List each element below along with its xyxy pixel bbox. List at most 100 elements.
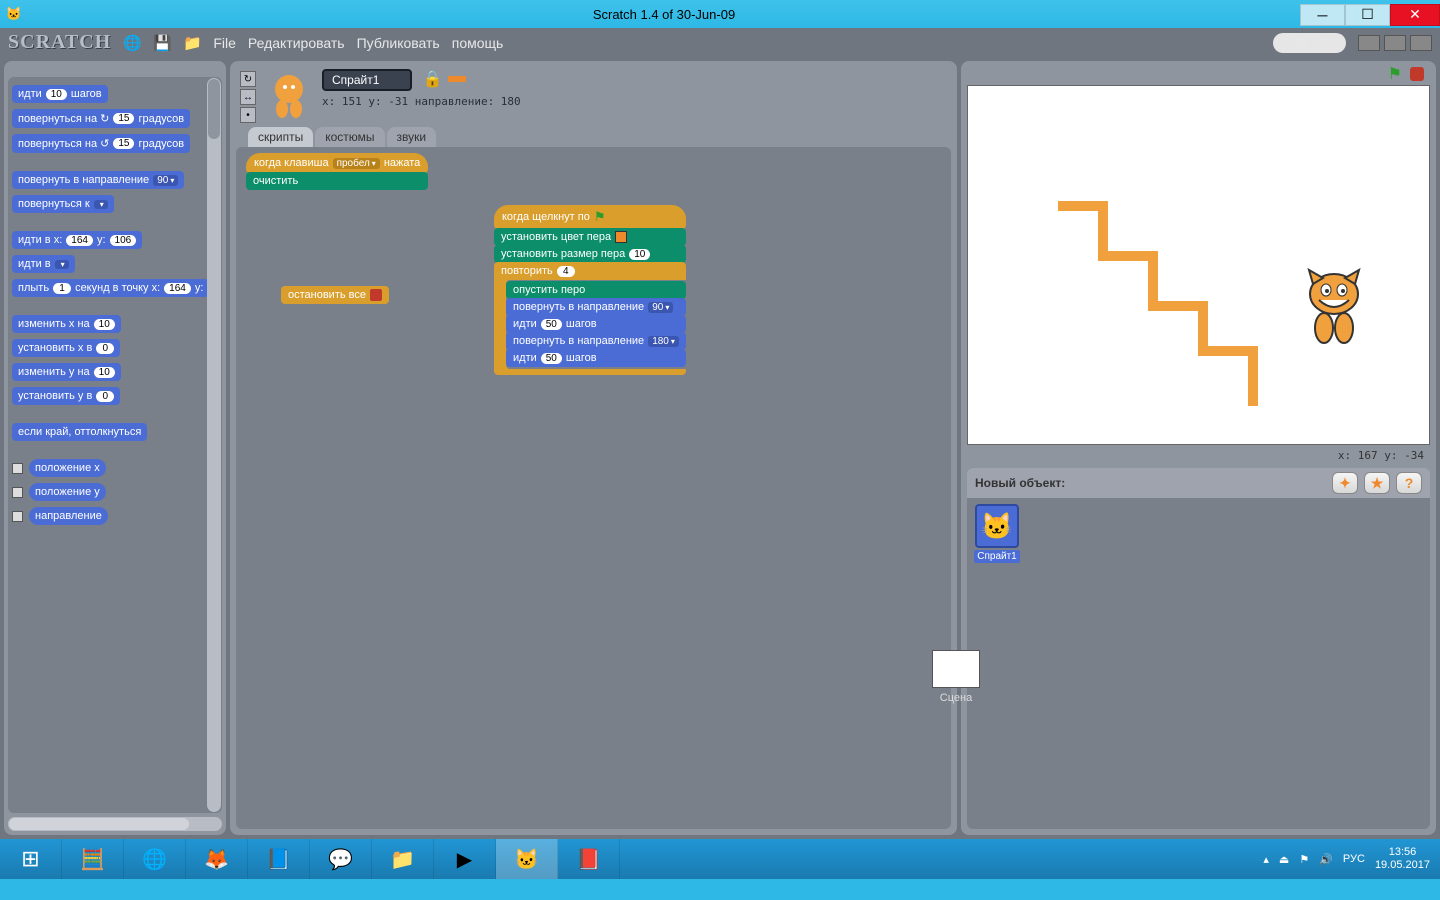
stamp-icon[interactable]: ⊕ xyxy=(1296,35,1307,51)
block-turn-cw[interactable]: повернуться на ↻15градусов xyxy=(12,109,190,128)
palette-scrollbar-vertical[interactable] xyxy=(207,78,221,812)
menu-edit[interactable]: Редактировать xyxy=(248,35,345,51)
view-normal-button[interactable] xyxy=(1384,35,1406,51)
block-stop-all[interactable]: остановить все xyxy=(281,286,389,304)
script-tabs: скрипты костюмы звуки xyxy=(230,127,957,147)
menu-publish[interactable]: Публиковать xyxy=(357,35,440,51)
tray-clock[interactable]: 13:56 19.05.2017 xyxy=(1375,846,1430,872)
app-icon: 🐱 xyxy=(0,0,28,28)
block-goto[interactable]: идти в xyxy=(12,255,75,273)
task-explorer[interactable]: 📁 xyxy=(372,839,434,879)
color-swatch-icon[interactable] xyxy=(615,231,627,243)
hat-when-key-pressed[interactable]: когда клавишапробелнажата xyxy=(246,153,428,173)
block-change-x[interactable]: изменить x на10 xyxy=(12,315,121,333)
task-media[interactable]: ▶ xyxy=(434,839,496,879)
view-small-button[interactable] xyxy=(1358,35,1380,51)
menu-help[interactable]: помощь xyxy=(452,35,504,51)
block-point-direction-1[interactable]: повернуть в направление90 xyxy=(506,298,686,316)
drag-indicator-icon xyxy=(448,76,466,82)
reporter-position-x[interactable]: положение x xyxy=(29,459,106,477)
app-toolbar: SCRATCH 🌐 💾 📁 File Редактировать Публико… xyxy=(0,28,1440,57)
block-point-direction[interactable]: повернуть в направление90 xyxy=(12,171,184,189)
sprite-name-field[interactable]: Спрайт1 xyxy=(322,69,412,91)
task-scratch[interactable]: 🐱 xyxy=(496,839,558,879)
mouse-coords: x: 167 y: -34 xyxy=(965,447,1432,464)
reporter-position-y[interactable]: положение y xyxy=(29,483,106,501)
block-point-direction-2[interactable]: повернуть в направление180 xyxy=(506,332,686,350)
block-bounce[interactable]: если край, оттолкнуться xyxy=(12,423,147,441)
new-object-label: Новый объект: xyxy=(975,476,1065,490)
sprite-header: ↻ ↔ • Спрайт1 🔒 x: 151 y: -31 направлени… xyxy=(230,61,957,123)
tray-flag-icon[interactable]: ⚑ xyxy=(1299,853,1309,866)
sprite-coords: x: 151 y: -31 направление: 180 xyxy=(322,95,947,108)
block-set-y[interactable]: установить y в0 xyxy=(12,387,120,405)
lock-icon[interactable]: 🔒 xyxy=(422,69,442,89)
mode-toolbar: ✧ ⊕ ⤢ ⤡ xyxy=(1273,33,1346,53)
block-repeat[interactable]: повторить4 опустить перо повернуть в нап… xyxy=(494,262,686,375)
task-firefox[interactable]: 🦊 xyxy=(186,839,248,879)
checkbox-pos-y[interactable] xyxy=(12,487,23,498)
system-tray: ▴ ⏏ ⚑ 🔊 РУС 13:56 19.05.2017 xyxy=(1253,846,1440,872)
save-icon[interactable]: 💾 xyxy=(153,34,171,52)
block-turn-ccw[interactable]: повернуться на ↺15градусов xyxy=(12,134,190,153)
block-go-steps-2[interactable]: идти50шагов xyxy=(506,349,686,367)
green-flag-button[interactable]: ⚑ xyxy=(1388,64,1402,84)
stage-view-buttons xyxy=(1358,35,1432,51)
stage[interactable] xyxy=(967,85,1430,445)
checkbox-direction[interactable] xyxy=(12,511,23,522)
task-calculator[interactable]: 🧮 xyxy=(62,839,124,879)
stop-button[interactable] xyxy=(1410,67,1424,81)
hat-when-flag-clicked[interactable]: когда щелкнут по⚑ xyxy=(494,205,686,229)
pointer-icon[interactable]: ✧ xyxy=(1279,35,1290,51)
globe-icon[interactable]: 🌐 xyxy=(123,34,141,52)
grow-icon[interactable]: ⤢ xyxy=(1313,35,1323,51)
minimize-button[interactable]: ─ xyxy=(1300,4,1345,26)
block-goto-xy[interactable]: идти в x:164y:106 xyxy=(12,231,142,249)
block-set-pen-color[interactable]: установить цвет пера xyxy=(494,228,686,246)
start-button[interactable]: ⊞ xyxy=(0,839,62,879)
palette-scrollbar-horizontal[interactable] xyxy=(8,817,222,831)
random-sprite-button[interactable]: ? xyxy=(1396,472,1422,494)
block-point-towards[interactable]: повернуться к xyxy=(12,195,114,213)
block-glide[interactable]: плыть1секунд в точку x:164y: xyxy=(12,279,209,297)
tab-costumes[interactable]: костюмы xyxy=(315,127,384,147)
block-pen-down[interactable]: опустить перо xyxy=(506,281,686,299)
script-area[interactable]: когда клавишапробелнажата очистить остан… xyxy=(236,147,951,829)
sprite-on-stage-icon[interactable] xyxy=(1299,266,1369,346)
stage-selector[interactable]: Сцена xyxy=(932,650,980,704)
tray-language[interactable]: РУС xyxy=(1343,853,1365,865)
rotate-style-leftright-button[interactable]: ↔ xyxy=(240,89,256,105)
block-go-steps-1[interactable]: идти50шагов xyxy=(506,315,686,333)
shrink-icon[interactable]: ⤡ xyxy=(1330,35,1340,51)
maximize-button[interactable]: ☐ xyxy=(1345,4,1390,26)
checkbox-pos-x[interactable] xyxy=(12,463,23,474)
task-browser[interactable]: 🌐 xyxy=(124,839,186,879)
rotate-style-full-button[interactable]: ↻ xyxy=(240,71,256,87)
category-grid: движение контроль внешность сенсоры звук… xyxy=(4,61,226,73)
tray-chevron-icon[interactable]: ▴ xyxy=(1263,853,1269,866)
sprite-thumb-icon: 🐱 xyxy=(975,504,1019,548)
task-pdf[interactable]: 📕 xyxy=(558,839,620,879)
block-clear[interactable]: очистить xyxy=(246,172,428,190)
choose-sprite-button[interactable]: ★ xyxy=(1364,472,1390,494)
menu-file[interactable]: File xyxy=(213,35,236,51)
tab-scripts[interactable]: скрипты xyxy=(248,127,313,147)
block-change-y[interactable]: изменить y на10 xyxy=(12,363,121,381)
close-button[interactable]: ✕ xyxy=(1390,4,1440,26)
block-set-pen-size[interactable]: установить размер пера10 xyxy=(494,245,686,263)
sprite-list-item[interactable]: 🐱 Спрайт1 xyxy=(973,504,1021,563)
block-go-steps[interactable]: идти10шагов xyxy=(12,85,108,103)
sprite-panel: Новый объект: ✦ ★ ? 🐱 Спрайт1 xyxy=(967,468,1430,829)
task-word[interactable]: 📘 xyxy=(248,839,310,879)
block-set-x[interactable]: установить x в0 xyxy=(12,339,120,357)
tray-safe-remove-icon[interactable]: ⏏ xyxy=(1279,853,1289,866)
stop-sign-icon xyxy=(370,289,382,301)
tab-sounds[interactable]: звуки xyxy=(387,127,437,147)
task-skype[interactable]: 💬 xyxy=(310,839,372,879)
paint-sprite-button[interactable]: ✦ xyxy=(1332,472,1358,494)
reporter-direction[interactable]: направление xyxy=(29,507,108,525)
folder-icon[interactable]: 📁 xyxy=(183,34,201,52)
tray-volume-icon[interactable]: 🔊 xyxy=(1319,853,1333,866)
view-presentation-button[interactable] xyxy=(1410,35,1432,51)
rotate-style-none-button[interactable]: • xyxy=(240,107,256,123)
